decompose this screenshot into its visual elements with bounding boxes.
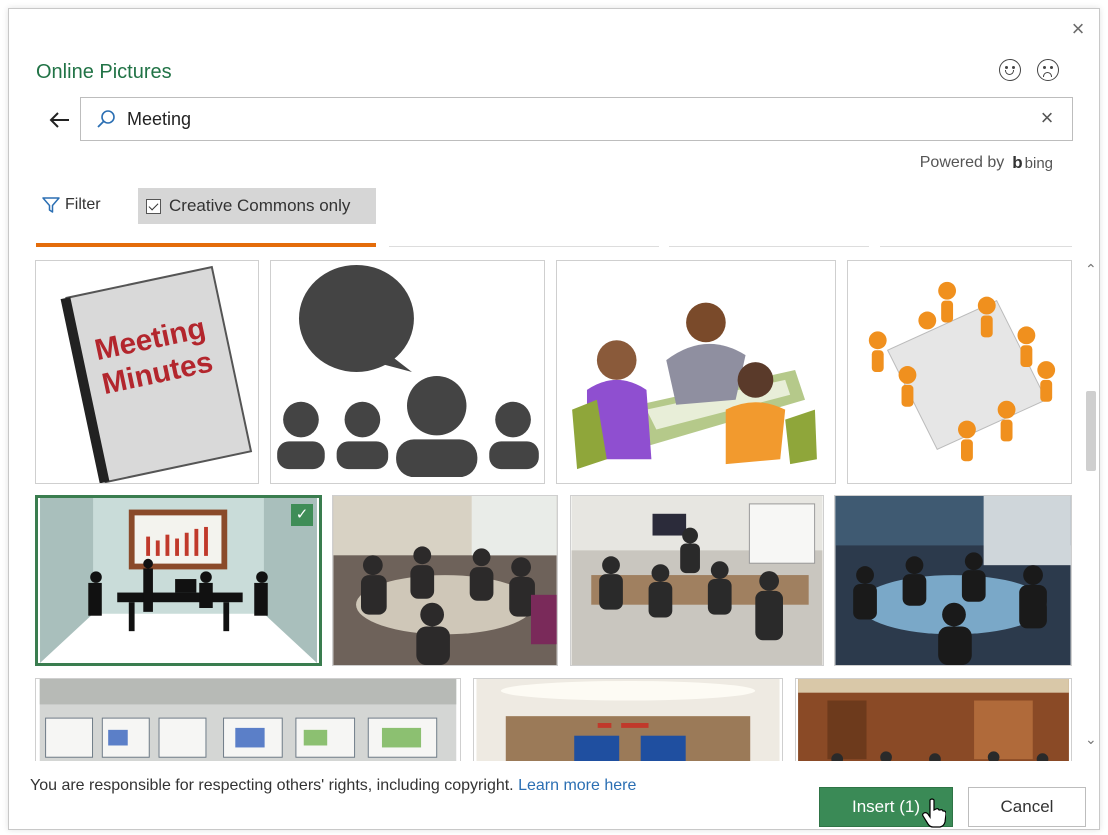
result-image-silhouette-presentation[interactable]: ✓ [35, 495, 322, 666]
copyright-notice: You are responsible for respecting other… [30, 777, 636, 795]
insert-button[interactable]: Insert (1) [819, 787, 953, 827]
result-strip [880, 241, 1072, 247]
clear-search-icon[interactable]: × [1036, 107, 1058, 130]
smile-feedback-icon[interactable] [999, 59, 1021, 81]
result-image-orange-figures[interactable] [847, 260, 1072, 484]
filter-label: Filter [65, 196, 101, 213]
scroll-up-icon[interactable]: ⌃ [1085, 261, 1097, 278]
bing-brand: bing [1024, 154, 1053, 172]
search-icon [97, 110, 115, 128]
back-arrow-icon[interactable] [47, 107, 73, 133]
result-strip [36, 241, 376, 247]
dialog-title: Online Pictures [36, 61, 172, 83]
feedback-buttons [999, 59, 1059, 81]
close-icon[interactable]: × [1067, 18, 1089, 41]
creative-commons-label: Creative Commons only [169, 196, 351, 215]
search-box: × [80, 97, 1073, 141]
result-image-photo-meeting-3[interactable] [834, 495, 1072, 666]
results-grid: Meeting Minutes ✓ [9, 241, 1099, 761]
result-image-cartoon-team[interactable] [556, 260, 836, 484]
scroll-down-icon[interactable]: ⌄ [1085, 731, 1097, 748]
result-image-photo-meeting-1[interactable] [332, 495, 558, 666]
funnel-icon [42, 197, 60, 213]
frown-feedback-icon[interactable] [1037, 59, 1059, 81]
bing-logo-icon: b bing [1012, 153, 1053, 172]
learn-more-link[interactable]: Learn more here [518, 777, 636, 794]
powered-by: Powered by b bing [920, 153, 1053, 173]
creative-commons-checkbox[interactable]: Creative Commons only [138, 188, 376, 224]
result-strip [669, 241, 869, 247]
scrollbar-thumb[interactable] [1086, 391, 1096, 471]
checkbox-checked-icon [146, 198, 161, 214]
result-image-speech-bubble[interactable] [270, 260, 545, 484]
result-image-meeting-minutes[interactable]: Meeting Minutes [35, 260, 259, 484]
search-input[interactable] [127, 108, 1036, 130]
result-image-photo-maps-room[interactable] [35, 678, 461, 761]
result-strip [389, 241, 659, 247]
powered-by-label: Powered by [919, 154, 1005, 171]
online-pictures-dialog: × Online Pictures × Powered by bbing Fil… [8, 8, 1100, 830]
result-image-photo-meeting-2[interactable] [570, 495, 824, 666]
filter-button[interactable]: Filter [41, 196, 101, 214]
cancel-button[interactable]: Cancel [968, 787, 1086, 827]
copyright-notice-text: You are responsible for respecting other… [30, 777, 514, 794]
selected-check-icon: ✓ [291, 504, 313, 526]
result-image-photo-boardroom[interactable] [795, 678, 1072, 761]
result-image-photo-conference-room[interactable] [473, 678, 783, 761]
results-scrollbar[interactable]: ⌃ ⌄ [1083, 241, 1099, 756]
